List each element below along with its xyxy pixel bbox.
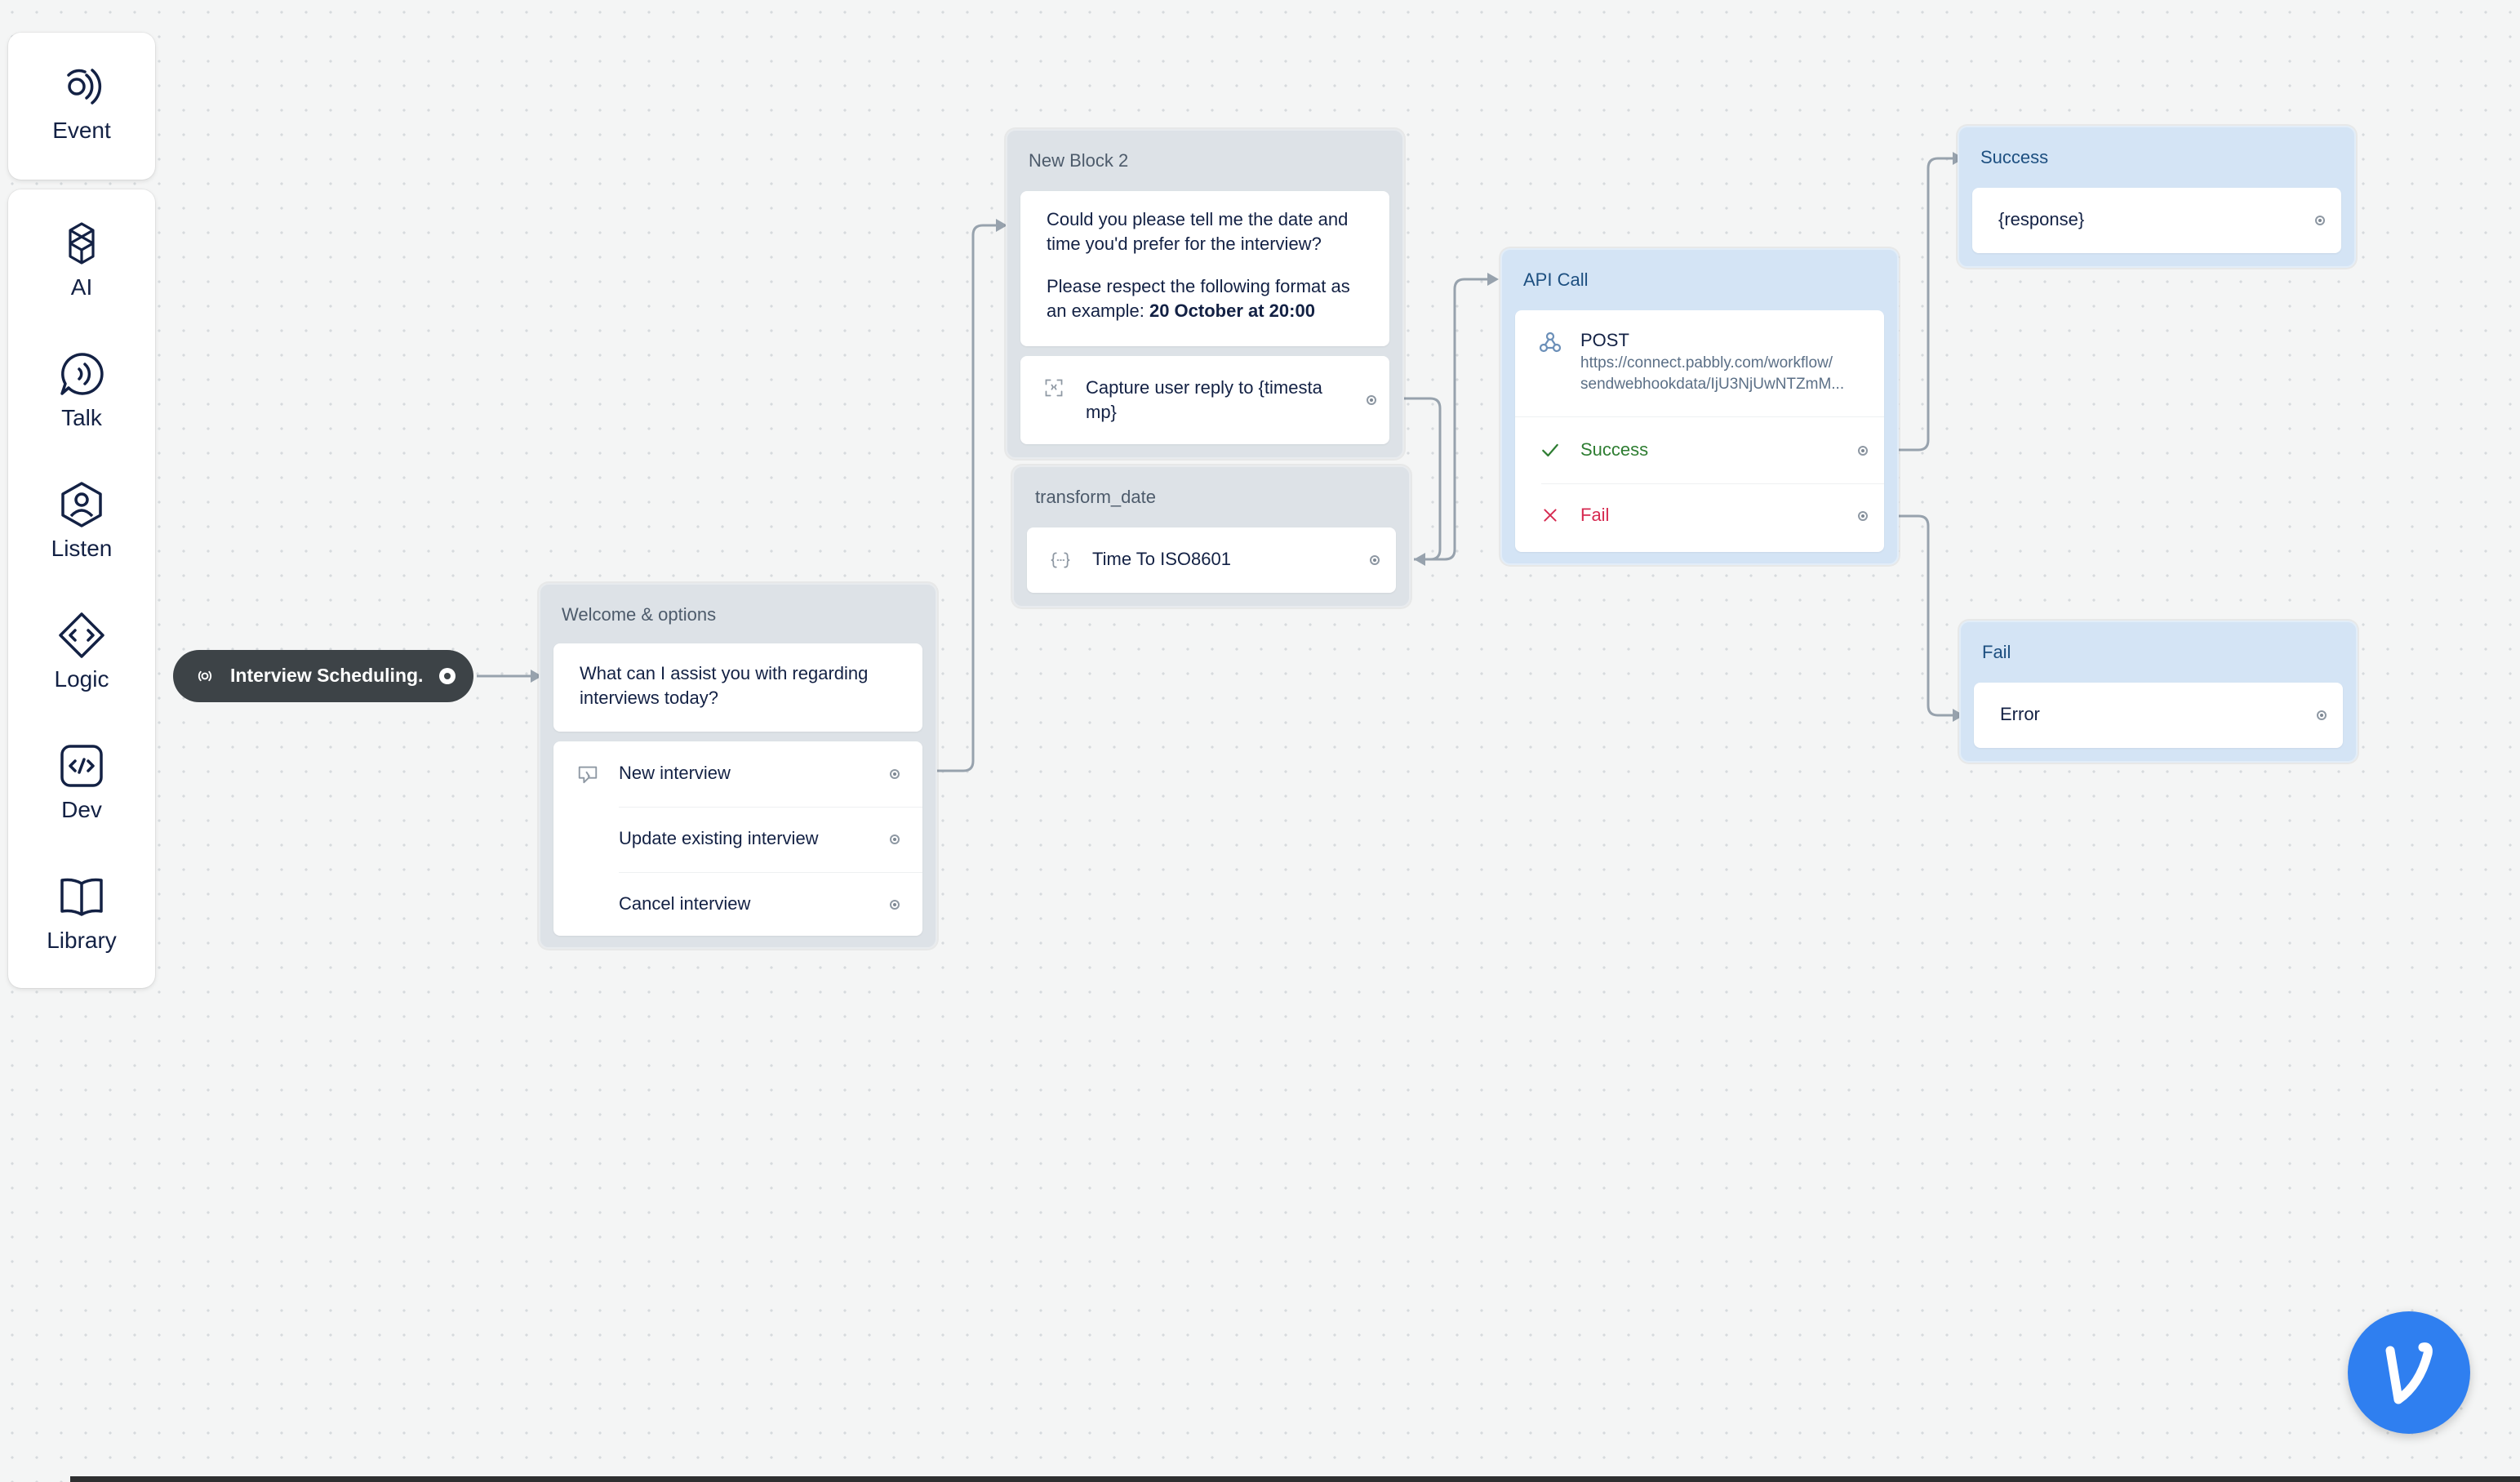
block-title: API Call	[1523, 269, 1589, 290]
welcome-message-line1: What can I assist you with regarding	[580, 663, 869, 683]
api-success-path[interactable]: Success	[1580, 438, 1648, 462]
webhook-icon	[1539, 332, 1562, 353]
capture-icon	[1045, 379, 1063, 397]
question-line1: Could you please tell me the date and	[1047, 209, 1349, 229]
api-url-line1: https://connect.pabbly.com/workflow/	[1580, 354, 1833, 372]
question-line2: time you'd prefer for the interview?	[1047, 234, 1322, 254]
close-icon	[1544, 509, 1557, 522]
wire-transform-to-api	[1422, 278, 1487, 561]
block-title: Success	[1980, 147, 2049, 167]
start-node[interactable]: Interview Scheduling.	[173, 650, 473, 702]
voiceflow-assistant-button[interactable]	[2348, 1311, 2470, 1434]
block-welcome-options[interactable]: Welcome & options What can I assist you …	[539, 583, 937, 949]
welcome-message-line2: interviews today?	[580, 688, 718, 708]
welcome-choices-card: New interview Update existing interview …	[553, 741, 922, 936]
dev-icon	[60, 745, 103, 787]
start-node-label: Interview Scheduling.	[230, 665, 424, 686]
block-success[interactable]: Success {response}	[1958, 126, 2356, 268]
tool-talk[interactable]: Talk	[8, 349, 155, 431]
success-response-card[interactable]: {response}	[1972, 188, 2341, 253]
tool-dev-label: Dev	[61, 797, 102, 822]
event-icon	[67, 69, 102, 105]
tool-event-label: Event	[52, 118, 111, 143]
choice-icon	[578, 766, 598, 784]
tool-listen[interactable]: Listen	[8, 480, 155, 562]
choice-port-cancel[interactable]	[890, 900, 900, 910]
toolbar-event-panel: Event	[8, 33, 155, 180]
api-method: POST	[1580, 330, 1629, 350]
choice-new-interview[interactable]: New interview	[619, 761, 731, 786]
event-icon	[198, 670, 212, 682]
listen-icon	[61, 482, 102, 527]
fail-error-text: Error	[2000, 704, 2040, 724]
api-request-card[interactable]: POST https://connect.pabbly.com/workflow…	[1515, 310, 1884, 552]
tool-listen-label: Listen	[51, 536, 113, 561]
api-fail-path[interactable]: Fail	[1580, 503, 1609, 527]
tool-library[interactable]: Library	[8, 872, 155, 954]
capture-line1: Capture user reply to {timesta	[1086, 377, 1322, 398]
block-fail[interactable]: Fail Error	[1959, 621, 2358, 763]
block-title: New Block 2	[1029, 150, 1129, 171]
capture-line2: mp}	[1086, 402, 1117, 422]
capture-port[interactable]	[1367, 395, 1376, 405]
choice-update-existing-interview[interactable]: Update existing interview	[619, 826, 819, 851]
block-new-block-2[interactable]: New Block 2 Could you please tell me the…	[1006, 129, 1404, 459]
fail-error-card[interactable]: Error	[1974, 683, 2343, 748]
question-line3: Please respect the following format as	[1047, 276, 1350, 296]
block-title: transform_date	[1035, 487, 1156, 507]
tool-talk-label: Talk	[61, 405, 102, 430]
toolbar-steps-panel: AI Talk Listen Logic Dev Library	[8, 189, 155, 988]
date-question-card[interactable]: Could you please tell me the date and ti…	[1020, 191, 1389, 346]
tool-logic[interactable]: Logic	[8, 611, 155, 692]
choice-cancel-interview[interactable]: Cancel interview	[619, 892, 750, 916]
api-url-line2: sendwebhookdata/IjU3NjUwNTZmM...	[1580, 376, 1845, 393]
tool-ai-label: AI	[70, 274, 93, 300]
voiceflow-logo-icon	[2385, 1342, 2433, 1404]
logic-icon	[59, 612, 104, 658]
library-icon	[60, 878, 103, 916]
choice-port-new-interview[interactable]	[890, 769, 900, 779]
capture-reply-card[interactable]: Capture user reply to {timesta mp}	[1020, 356, 1389, 444]
block-api-call[interactable]: API Call POST https://connect.pabbly.com…	[1500, 248, 1899, 565]
question-line4-prefix: an example:	[1047, 300, 1149, 321]
success-port[interactable]	[2315, 216, 2325, 225]
function-icon	[1051, 552, 1070, 568]
check-icon	[1542, 443, 1558, 457]
tool-logic-label: Logic	[54, 666, 109, 692]
ai-icon	[69, 222, 95, 265]
question-line4: an example: 20 October at 20:00	[1047, 299, 1315, 323]
welcome-message-card[interactable]: What can I assist you with regarding int…	[553, 643, 922, 732]
fail-port[interactable]	[2317, 710, 2327, 720]
function-label: Time To ISO8601	[1092, 549, 1231, 569]
start-node-port[interactable]	[439, 668, 456, 684]
function-port[interactable]	[1370, 555, 1380, 565]
talk-icon	[60, 353, 104, 395]
function-card[interactable]: Time To ISO8601	[1027, 527, 1396, 593]
bottom-bar	[70, 1476, 2520, 1482]
tool-library-label: Library	[47, 928, 117, 953]
question-format-example: 20 October at 20:00	[1149, 300, 1315, 321]
block-transform-date[interactable]: transform_date Time To ISO8601	[1012, 465, 1411, 607]
block-title: Fail	[1982, 642, 2011, 662]
tool-event[interactable]: Event	[8, 62, 155, 144]
block-title: Welcome & options	[562, 604, 717, 625]
tool-ai[interactable]: AI	[8, 219, 155, 300]
choice-port-update-existing[interactable]	[890, 834, 900, 844]
success-response-text: {response}	[1998, 209, 2085, 229]
api-fail-port[interactable]	[1858, 511, 1868, 521]
api-success-port[interactable]	[1858, 446, 1868, 456]
tool-dev[interactable]: Dev	[8, 741, 155, 823]
